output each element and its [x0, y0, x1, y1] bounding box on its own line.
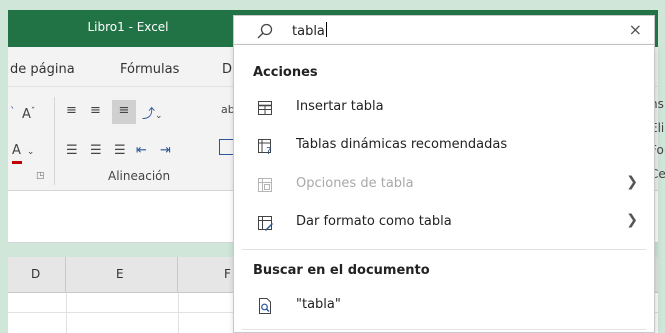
- document-section-title: Buscar en el documento: [253, 263, 430, 278]
- column-header-e[interactable]: E: [66, 257, 178, 293]
- insert-table-icon: [256, 99, 274, 117]
- format-as-table-icon: [256, 214, 274, 232]
- close-icon[interactable]: ×: [629, 20, 642, 39]
- section-divider: [242, 249, 646, 250]
- align-middle-button[interactable]: ≡: [90, 103, 101, 118]
- font-decrease-mark: ˋ: [10, 105, 16, 118]
- column-label: F: [224, 267, 231, 281]
- action-insert-table[interactable]: Insertar tabla: [234, 89, 654, 127]
- grid-line: [178, 293, 179, 333]
- action-label: Tablas dinámicas recomendadas: [296, 137, 508, 152]
- align-right-button[interactable]: ☰: [114, 143, 126, 158]
- search-icon: [256, 22, 274, 44]
- align-top-button[interactable]: ≡: [66, 103, 77, 118]
- font-color-button[interactable]: A ⌄: [12, 143, 34, 164]
- chevron-right-icon: ❯: [626, 174, 638, 190]
- svg-text:?: ?: [266, 146, 271, 155]
- dialog-launcher-icon[interactable]: ◳: [36, 171, 45, 181]
- tab-page-layout[interactable]: de página: [10, 62, 75, 77]
- column-header-d[interactable]: D: [8, 257, 66, 293]
- screen-background: Libro1 - Excel de página Fórmulas D ˋ Aˇ…: [0, 0, 665, 333]
- search-input[interactable]: tabla: [292, 22, 327, 39]
- search-results-panel: Acciones Insertar tabla ? Tablas dinámic…: [233, 45, 655, 333]
- action-label: Insertar tabla: [296, 99, 384, 114]
- result-label: "tabla": [296, 297, 341, 312]
- column-label: E: [116, 267, 124, 281]
- search-document-icon: [256, 297, 274, 315]
- action-label: Dar formato como tabla: [296, 214, 452, 229]
- decrease-font-size-button[interactable]: Aˇ: [22, 107, 35, 122]
- column-label: D: [31, 267, 41, 281]
- recommended-pivot-icon: ?: [256, 137, 274, 157]
- grid-line: [66, 293, 67, 333]
- font-color-swatch: [12, 161, 22, 164]
- tab-data[interactable]: D: [222, 62, 232, 77]
- action-label: Opciones de tabla: [296, 176, 414, 191]
- tab-formulas[interactable]: Fórmulas: [120, 62, 179, 77]
- chevron-right-icon: ❯: [626, 212, 638, 228]
- increase-indent-button[interactable]: ⇥: [160, 143, 171, 158]
- search-query-text: tabla: [292, 24, 325, 39]
- actions-section-title: Acciones: [253, 65, 318, 80]
- align-center-button[interactable]: ☰: [90, 143, 102, 158]
- ribbon-separator: [54, 97, 55, 185]
- action-format-as-table[interactable]: Dar formato como tabla ❯: [234, 204, 654, 242]
- text-caret: [325, 22, 327, 37]
- window-title: Libro1 - Excel: [87, 20, 169, 34]
- action-table-options[interactable]: Opciones de tabla ❯: [234, 166, 654, 204]
- alignment-group-label: Alineación: [108, 169, 171, 183]
- align-left-button[interactable]: ☰: [66, 143, 78, 158]
- decrease-indent-button[interactable]: ⇤: [136, 143, 147, 158]
- table-options-icon: [256, 176, 274, 194]
- align-bottom-button[interactable]: ≡: [112, 100, 136, 124]
- orientation-button[interactable]: ⤴⌄: [142, 103, 163, 122]
- search-document-result[interactable]: "tabla": [234, 287, 654, 325]
- action-recommended-pivot-tables[interactable]: ? Tablas dinámicas recomendadas: [234, 127, 654, 165]
- search-box[interactable]: tabla ×: [233, 15, 655, 45]
- column-header-f[interactable]: F: [178, 257, 238, 293]
- bottom-divider: [242, 329, 646, 330]
